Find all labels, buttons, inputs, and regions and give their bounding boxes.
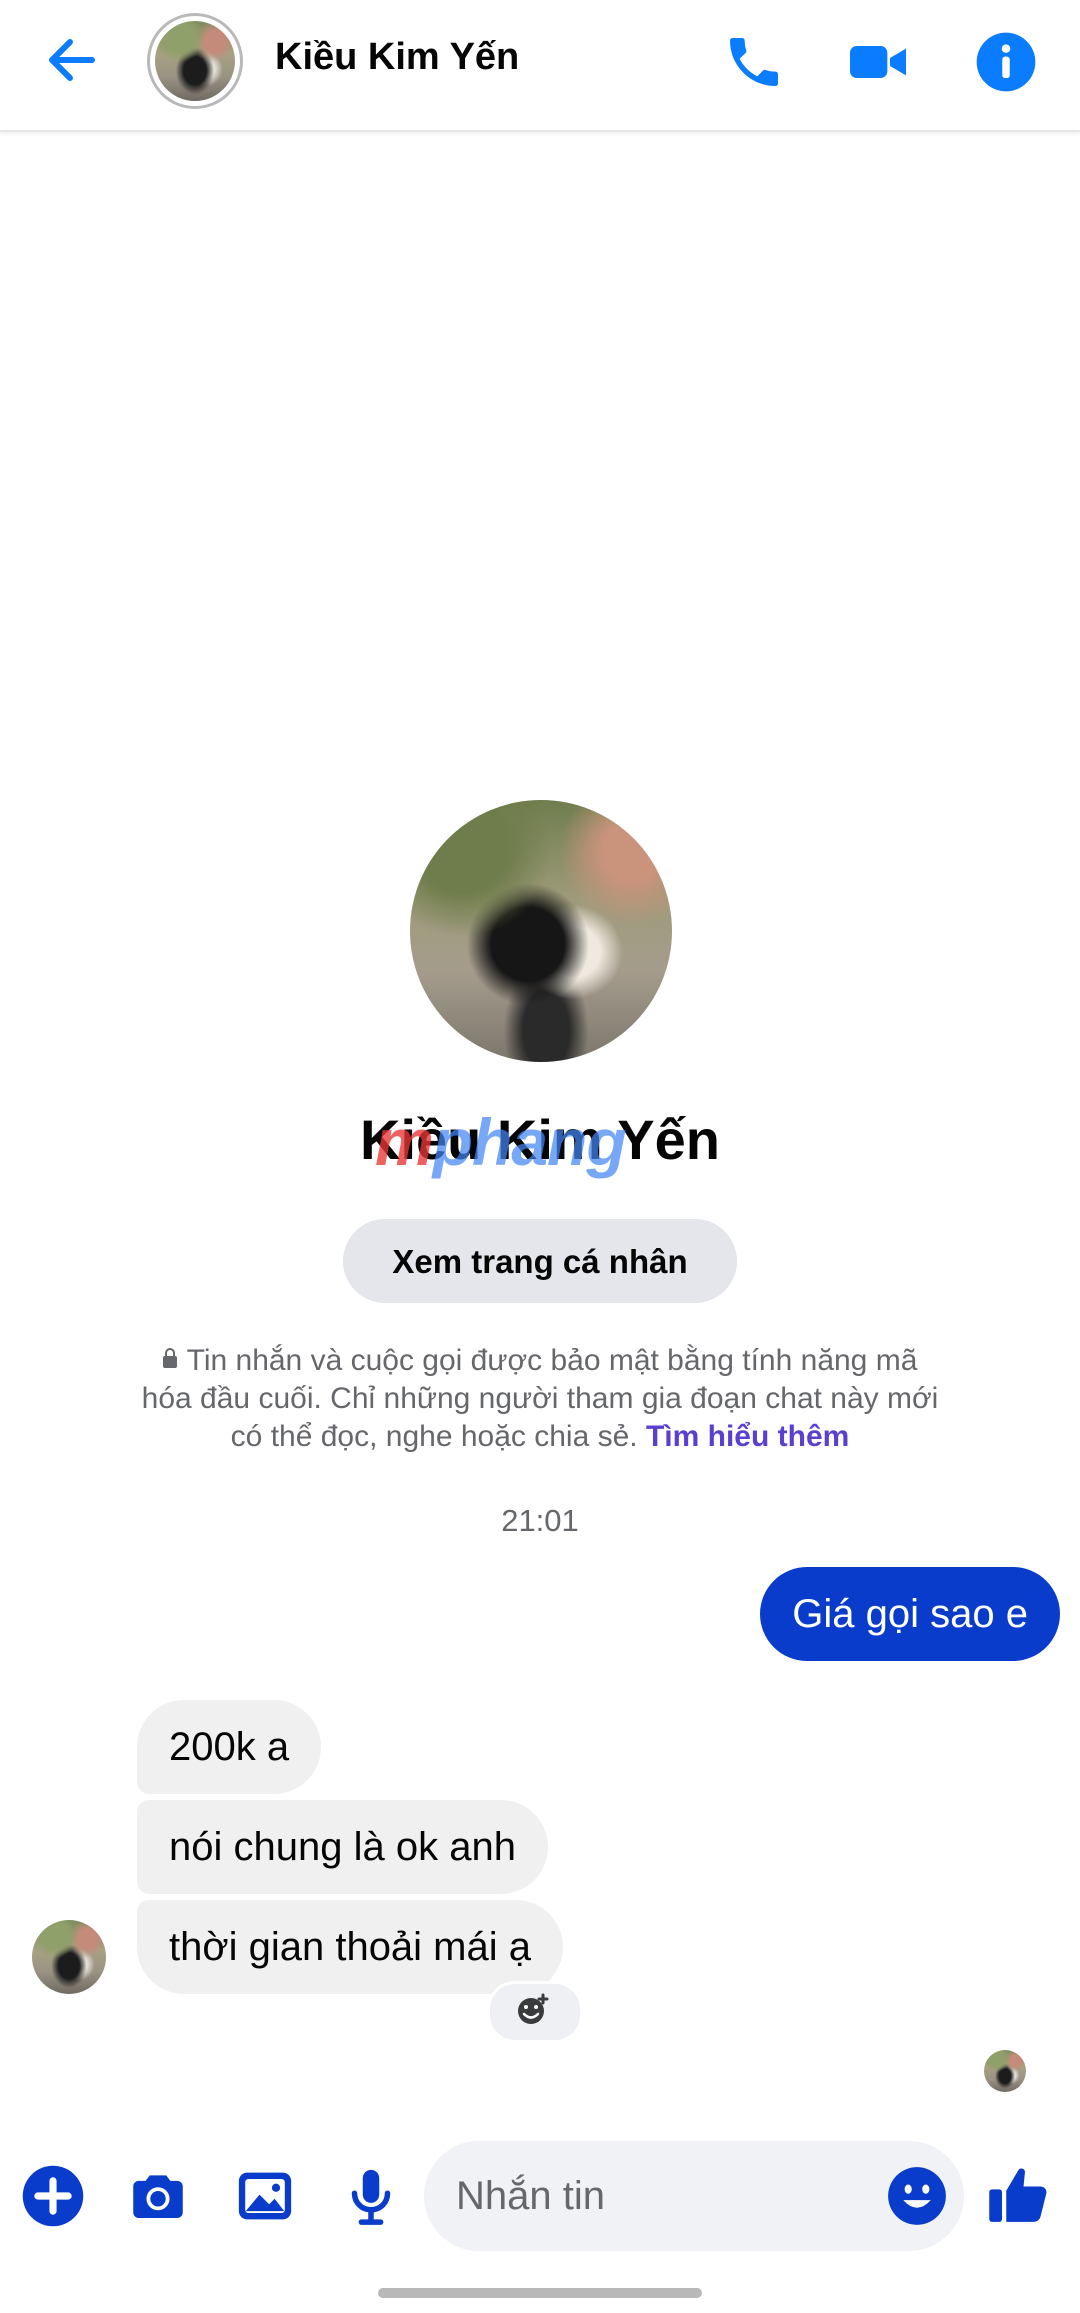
voice-message-button[interactable] [338, 2163, 404, 2229]
sender-avatar[interactable] [32, 1920, 106, 1994]
video-call-button[interactable] [846, 30, 910, 94]
message-timestamp: 21:01 [501, 1503, 579, 1538]
gallery-button[interactable] [232, 2163, 298, 2229]
audio-call-button[interactable] [722, 30, 786, 94]
plus-icon [22, 2165, 84, 2227]
emoji-icon [888, 2167, 946, 2225]
microphone-icon [351, 2169, 391, 2225]
profile-picture [410, 800, 672, 1062]
encryption-notice: Tin nhắn và cuộc gọi được bảo mật bằng t… [140, 1342, 940, 1456]
emoji-button[interactable] [884, 2163, 950, 2229]
contact-name[interactable]: Kiều Kim Yến [275, 36, 519, 79]
conversation-info-button[interactable] [974, 30, 1038, 94]
contact-avatar[interactable] [147, 13, 243, 109]
add-reaction-icon [518, 1993, 549, 2024]
lock-icon [162, 1348, 177, 1368]
profile-photo[interactable] [410, 800, 672, 1062]
avatar-photo [155, 21, 235, 101]
profile-name: Kiều Kim Yến [360, 1108, 720, 1171]
camera-icon [133, 2175, 183, 2218]
gallery-icon [238, 2172, 292, 2220]
message-input[interactable] [424, 2141, 964, 2251]
thumbs-up-icon [989, 2168, 1047, 2222]
sender-avatar-photo [32, 1920, 106, 1994]
phone-icon [730, 38, 778, 86]
home-indicator [378, 2288, 702, 2298]
add-reaction-button[interactable] [487, 1981, 583, 2043]
incoming-message[interactable]: thời gian thoải mái ạ [137, 1900, 563, 1994]
seen-indicator-avatar [984, 2050, 1026, 2092]
camera-button[interactable] [125, 2163, 191, 2229]
info-icon [976, 32, 1036, 92]
chat-header: Kiều Kim Yến [0, 0, 1080, 132]
more-actions-button[interactable] [20, 2163, 86, 2229]
incoming-message[interactable]: 200k a [137, 1700, 322, 1794]
back-arrow-icon [49, 39, 95, 81]
video-camera-icon [850, 46, 906, 78]
learn-more-link[interactable]: Tìm hiểu thêm [646, 1420, 849, 1453]
send-like-button[interactable] [985, 2161, 1051, 2227]
view-profile-button[interactable]: Xem trang cá nhân [343, 1219, 737, 1303]
incoming-message[interactable]: nói chung là ok anh [137, 1800, 548, 1894]
back-button[interactable] [40, 28, 110, 92]
outgoing-message[interactable]: Giá gọi sao e [760, 1567, 1060, 1661]
seen-avatar-photo [984, 2050, 1026, 2092]
